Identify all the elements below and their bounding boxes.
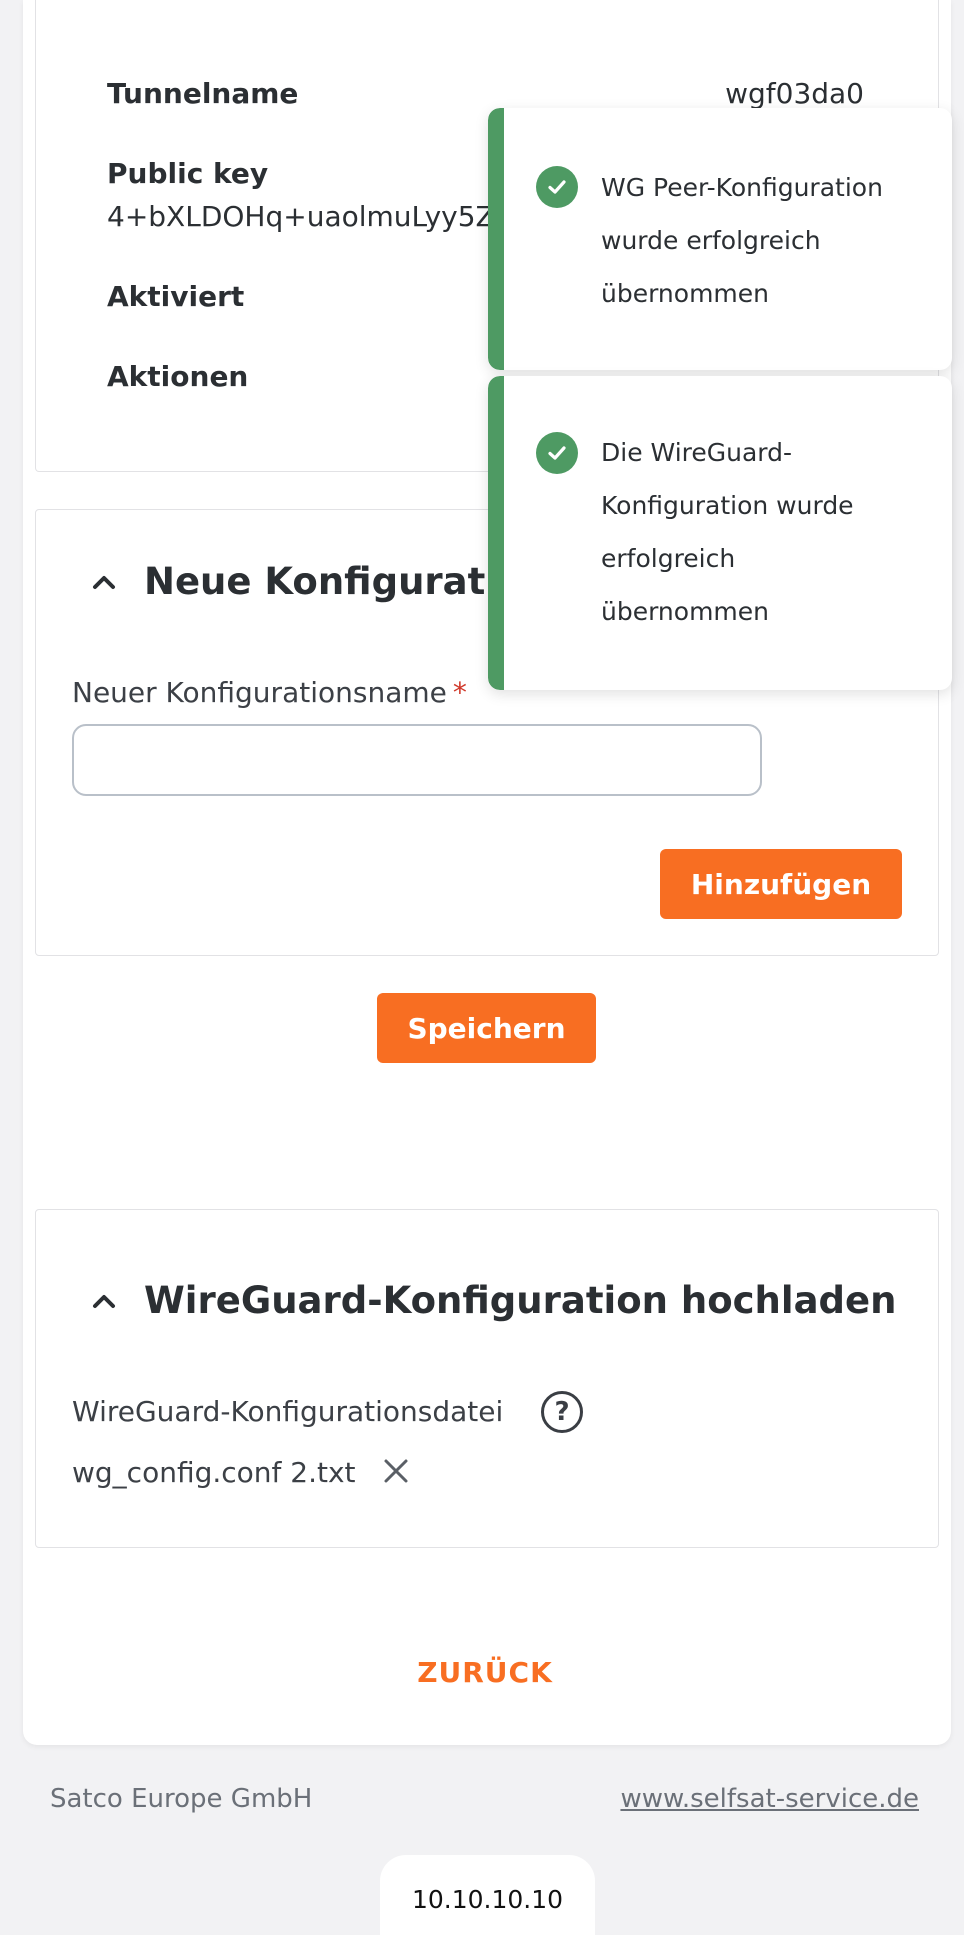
toast-message: WG Peer-Konfiguration wurde erfolgreich … (601, 161, 931, 320)
address-bar[interactable]: 10.10.10.10 (380, 1855, 595, 1935)
chevron-up-icon (90, 1287, 118, 1315)
uploaded-file-name: wg_config.conf 2.txt (72, 1456, 356, 1489)
public-key-value: 4+bXLDOHq+uaolmuLyy5Z (107, 200, 495, 233)
activated-label: Aktiviert (107, 280, 245, 313)
public-key-label: Public key (107, 157, 269, 190)
toast-notification[interactable]: WG Peer-Konfiguration wurde erfolgreich … (488, 108, 952, 370)
toast-accent-bar (488, 108, 504, 370)
toast-line: Die WireGuard- (601, 438, 793, 467)
new-config-name-label: Neuer Konfigurationsname * (72, 676, 467, 709)
upload-header[interactable]: WireGuard-Konfiguration hochladen (90, 1279, 896, 1322)
actions-label: Aktionen (107, 360, 249, 393)
close-icon[interactable] (383, 1458, 409, 1484)
footer-company: Satco Europe GmbH (50, 1784, 313, 1814)
back-link[interactable]: ZURÜCK (0, 1656, 964, 1689)
toast-accent-bar (488, 376, 504, 690)
help-circle-icon[interactable]: ? (541, 1391, 583, 1433)
upload-file-label: WireGuard-Konfigurationsdatei (72, 1395, 504, 1428)
new-config-name-input[interactable] (72, 724, 762, 796)
save-button[interactable]: Speichern (377, 993, 596, 1063)
upload-title: WireGuard-Konfiguration hochladen (144, 1279, 897, 1322)
toast-line: Konfiguration wurde (601, 491, 854, 520)
toast-line: erfolgreich (601, 544, 736, 573)
check-circle-icon (536, 432, 578, 474)
add-button[interactable]: Hinzufügen (660, 849, 902, 919)
upload-panel (35, 1209, 939, 1548)
tunnel-name-value: wgf03da0 (725, 77, 864, 110)
toast-line: WG Peer-Konfiguration (601, 173, 883, 202)
toast-line: übernommen (601, 597, 770, 626)
new-config-title: Neue Konfiguratio (144, 560, 524, 603)
required-mark: * (452, 676, 467, 709)
check-circle-icon (536, 166, 578, 208)
chevron-up-icon (90, 568, 118, 596)
toast-line: wurde erfolgreich (601, 226, 821, 255)
address-text: 10.10.10.10 (411, 1885, 564, 1914)
new-config-header[interactable]: Neue Konfiguratio (90, 560, 523, 603)
tunnel-name-label: Tunnelname (107, 77, 299, 110)
toast-line: übernommen (601, 279, 770, 308)
toast-message: Die WireGuard- Konfiguration wurde erfol… (601, 426, 931, 638)
toast-notification[interactable]: Die WireGuard- Konfiguration wurde erfol… (488, 376, 952, 690)
footer-website-link[interactable]: www.selfsat-service.de (620, 1784, 919, 1814)
new-config-name-label-text: Neuer Konfigurationsname (72, 676, 447, 709)
